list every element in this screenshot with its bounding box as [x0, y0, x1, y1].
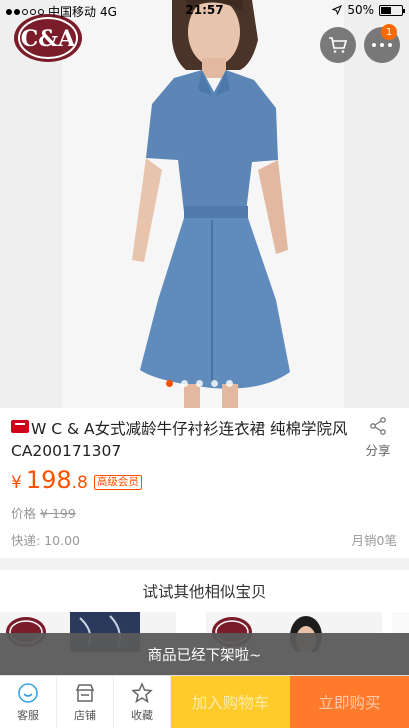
member-badge: 高级会员 — [93, 475, 142, 490]
price-integer: 198 — [25, 466, 72, 494]
original-price-value: ¥ 199 — [40, 506, 76, 521]
product-title: W C & A女式减龄牛仔衬衫连衣裙 纯棉学院风CA200171307 — [11, 418, 351, 462]
carousel-indicator — [166, 380, 233, 387]
bottom-action-bar: 客服 店铺 收藏 加入购物车 立即购买 — [0, 675, 409, 728]
favorite-label: 收藏 — [131, 709, 153, 722]
carousel-dot[interactable] — [181, 380, 188, 387]
carousel-dot[interactable] — [226, 380, 233, 387]
delisted-text: 商品已经下架啦~ — [147, 647, 262, 664]
store-icon — [75, 684, 95, 702]
shipping-fee: 快递: 10.00 — [11, 533, 80, 548]
price-decimal: .8 — [71, 473, 88, 493]
similar-products-heading: 试试其他相似宝贝 — [0, 570, 409, 612]
similar-heading-text: 试试其他相似宝贝 — [142, 583, 267, 601]
monthly-sales: 月销0笔 — [351, 533, 397, 548]
product-title-text: W C & A女式减龄牛仔衬衫连衣裙 纯棉学院风CA200171307 — [11, 420, 348, 460]
product-info-panel: W C & A女式减龄牛仔衬衫连衣裙 纯棉学院风CA200171307 分享 ¥… — [0, 408, 409, 558]
share-label: 分享 — [365, 443, 391, 458]
notification-badge: 1 — [381, 24, 397, 40]
price: ¥ 198 .8 高级会员 — [11, 466, 142, 494]
delisted-notice: 商品已经下架啦~ — [0, 633, 409, 675]
original-price: 价格 ¥ 199 — [11, 503, 76, 522]
add-to-cart-label: 加入购物车 — [191, 694, 270, 712]
cart-icon — [329, 37, 348, 53]
product-detail-page: 中国移动 4G 21:57 50% C&A 1 W C & A女式减龄牛仔衬衫连… — [0, 0, 409, 728]
brand-logo-text: C&A — [21, 26, 76, 52]
battery-icon — [379, 4, 405, 16]
more-icon — [372, 43, 376, 47]
status-bar: 中国移动 4G 21:57 50% — [0, 0, 409, 22]
store-button[interactable]: 店铺 — [57, 676, 114, 728]
favorite-button[interactable]: 收藏 — [114, 676, 171, 728]
product-photo — [132, 0, 290, 408]
location-arrow-icon — [332, 5, 343, 15]
buy-now-button[interactable]: 立即购买 — [290, 676, 409, 728]
carousel-dot[interactable] — [196, 380, 203, 387]
cart-button[interactable] — [320, 27, 356, 63]
add-to-cart-button[interactable]: 加入购物车 — [171, 676, 290, 728]
currency-symbol: ¥ — [11, 473, 22, 493]
customer-service-icon — [18, 683, 38, 703]
customer-service-label: 客服 — [17, 709, 39, 722]
share-icon — [370, 417, 386, 435]
store-label: 店铺 — [74, 709, 96, 722]
carousel-dot[interactable] — [166, 380, 173, 387]
customer-service-button[interactable]: 客服 — [0, 676, 57, 728]
share-button[interactable]: 分享 — [360, 414, 396, 459]
star-icon — [131, 682, 153, 704]
battery-percent: 50% — [347, 3, 374, 17]
tmall-icon — [11, 420, 29, 433]
carousel-dot[interactable] — [211, 380, 218, 387]
original-price-label: 价格 — [11, 506, 37, 521]
buy-now-label: 立即购买 — [318, 694, 381, 712]
